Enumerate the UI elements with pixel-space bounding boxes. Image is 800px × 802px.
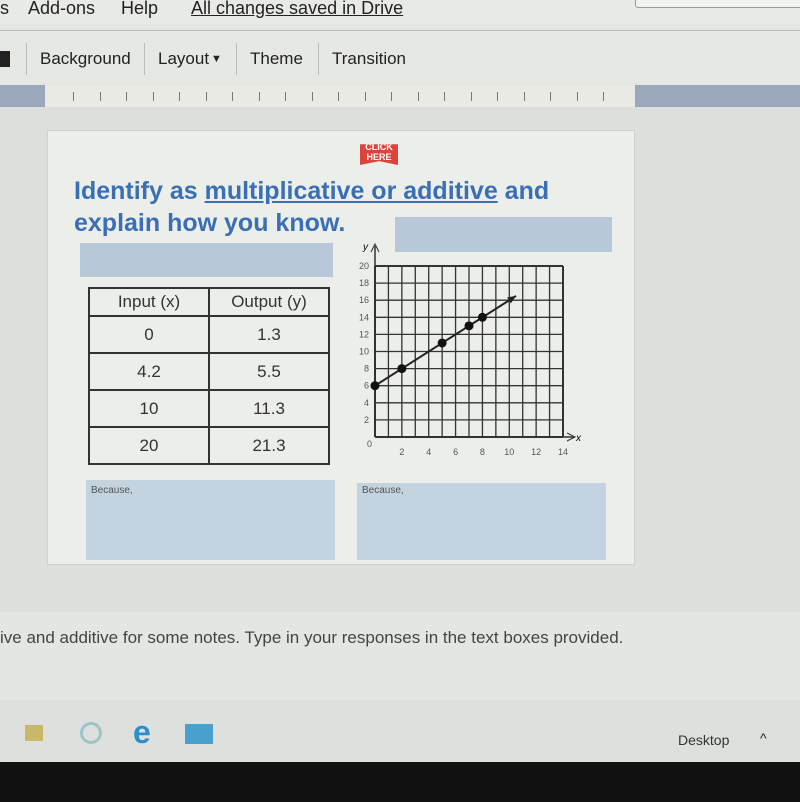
because-label-right: Because, <box>362 485 404 496</box>
ruler-tick <box>470 92 472 101</box>
ruler-tick <box>391 92 392 101</box>
x-tick-label: 12 <box>531 447 541 457</box>
y-tick-label: 8 <box>364 364 369 374</box>
theme-button[interactable]: Theme <box>250 49 303 69</box>
ruler-tick <box>205 92 207 101</box>
y-tick-label: 12 <box>359 329 369 339</box>
line-graph: y x 0 2 4 6 8 10 12 14 2 4 6 8 10 12 14 16 18 20 <box>359 242 582 457</box>
screen-bezel <box>0 762 800 802</box>
ruler-tick <box>285 92 286 101</box>
ruler-tick <box>152 92 154 101</box>
y-tick-label: 2 <box>364 415 369 425</box>
y-tick-label: 14 <box>359 312 369 322</box>
data-point <box>464 321 474 331</box>
ruler-tick <box>364 92 366 101</box>
because-label-left: Because, <box>91 485 133 496</box>
x-tick-label: 2 <box>399 447 404 457</box>
menu-help[interactable]: Help <box>121 0 158 19</box>
ruler-tick <box>258 92 260 101</box>
ruler-tick <box>99 92 101 101</box>
ruler-tick <box>232 92 233 101</box>
desktop-label[interactable]: Desktop <box>678 732 729 748</box>
origin-label: 0 <box>367 439 372 449</box>
taskbar: e Desktop ^ <box>0 700 800 762</box>
ruler-tick <box>338 92 339 101</box>
ruler-tick <box>311 92 313 101</box>
table-row: 10 11.3 <box>88 389 330 428</box>
x-tick-label: 4 <box>426 447 431 457</box>
ruler <box>0 85 800 107</box>
ruler-tick <box>444 92 445 101</box>
comment-icon[interactable] <box>0 51 10 67</box>
x-tick-label: 6 <box>453 447 458 457</box>
edge-icon[interactable] <box>80 722 102 744</box>
x-tick-label: 14 <box>558 447 568 457</box>
ruler-tick <box>576 92 578 101</box>
toolbar: Background Layout ▼ Theme Transition <box>0 30 800 82</box>
transition-button[interactable]: Transition <box>332 49 406 69</box>
title-link[interactable]: multiplicative or additive <box>205 177 498 205</box>
ruler-tick <box>126 92 127 101</box>
answer-box-left[interactable] <box>80 243 333 277</box>
y-tick-label: 10 <box>359 347 369 357</box>
ie-icon[interactable]: e <box>133 714 151 751</box>
ruler-tick <box>523 92 525 101</box>
y-tick-label: 4 <box>364 398 369 408</box>
ruler-tick <box>73 92 74 101</box>
menu-item[interactable]: s <box>0 0 9 19</box>
ruler-tick <box>417 92 419 101</box>
data-point <box>477 312 487 322</box>
chevron-up-icon[interactable]: ^ <box>760 730 767 746</box>
table-header: Input (x) Output (y) <box>88 287 330 317</box>
table-row: 20 21.3 <box>88 426 330 465</box>
ruler-tick <box>550 92 551 101</box>
mail-icon[interactable] <box>185 724 213 744</box>
x-tick-label: 8 <box>480 447 485 457</box>
data-point <box>370 381 380 391</box>
speaker-notes[interactable]: ive and additive for some notes. Type in… <box>0 628 623 648</box>
x-axis-label: x <box>575 433 582 444</box>
ruler-tick <box>497 92 498 101</box>
menu-addons[interactable]: Add-ons <box>28 0 95 19</box>
table-row: 0 1.3 <box>88 315 330 354</box>
file-explorer-icon[interactable] <box>25 725 43 741</box>
data-point <box>437 338 447 348</box>
search-box[interactable] <box>635 0 800 8</box>
ruler-tick <box>603 92 604 101</box>
y-tick-label: 20 <box>359 261 369 271</box>
background-button[interactable]: Background <box>40 49 131 69</box>
chevron-down-icon: ▼ <box>211 53 222 65</box>
layout-button[interactable]: Layout <box>158 49 209 69</box>
table-row: 4.2 5.5 <box>88 352 330 391</box>
save-status[interactable]: All changes saved in Drive <box>191 0 403 19</box>
y-tick-label: 18 <box>359 278 369 288</box>
input-output-table: Input (x) Output (y) 0 1.3 4.2 5.5 10 11.3 2… <box>88 287 330 465</box>
y-axis-label: y <box>362 242 369 253</box>
ruler-tick <box>179 92 180 101</box>
data-point <box>397 364 407 374</box>
x-tick-label: 10 <box>504 447 514 457</box>
y-tick-label: 6 <box>364 381 369 391</box>
y-tick-label: 16 <box>359 295 369 305</box>
